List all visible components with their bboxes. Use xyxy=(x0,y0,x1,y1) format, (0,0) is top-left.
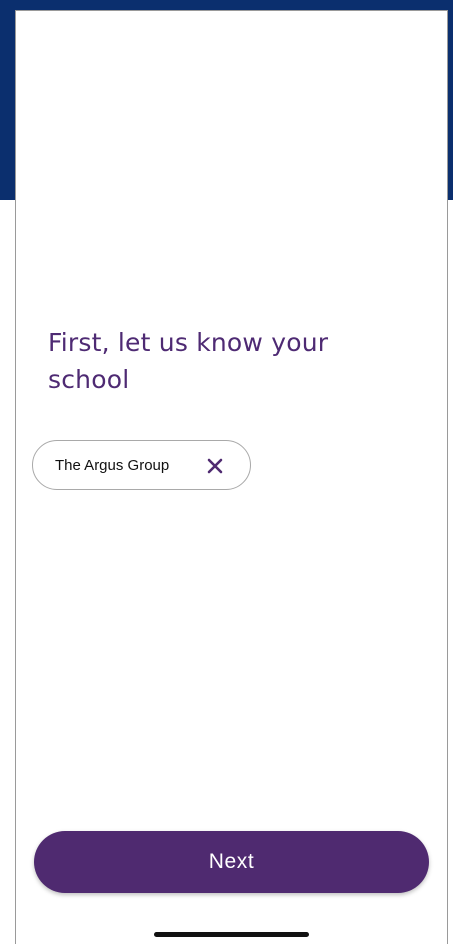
next-button[interactable]: Next xyxy=(34,831,429,893)
selected-school-chip[interactable]: The Argus Group xyxy=(32,440,251,490)
screen: First, let us know your school The Argus… xyxy=(0,0,453,944)
selected-school-label: The Argus Group xyxy=(55,457,170,474)
page-title: First, let us know your school xyxy=(48,328,329,394)
home-indicator xyxy=(154,932,309,937)
close-icon[interactable] xyxy=(205,456,225,476)
